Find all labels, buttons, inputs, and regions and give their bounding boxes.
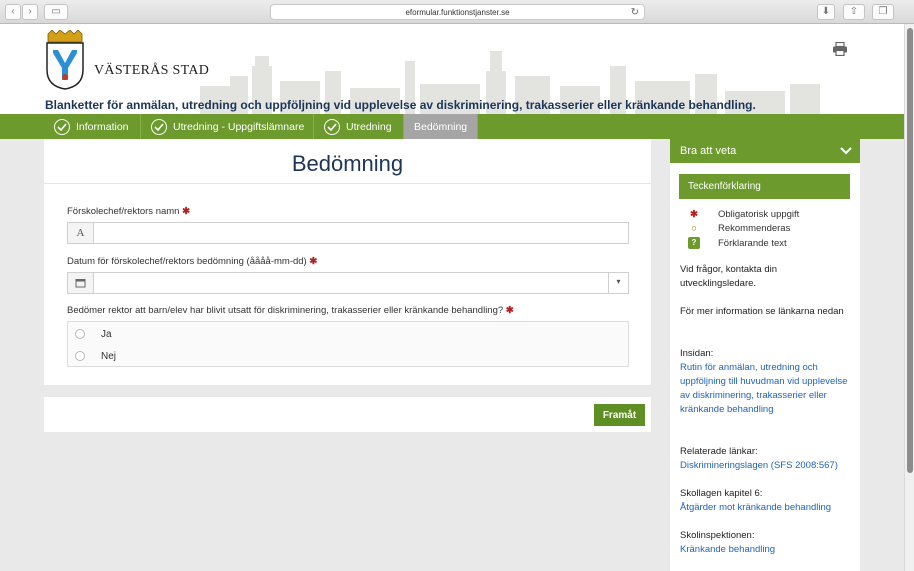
radio-label: Nej [101,350,117,362]
reload-icon[interactable]: ↻ [631,5,639,20]
site-header: VÄSTERÅS STAD Blanketter för anmälan, ut… [0,24,904,114]
form-panel: Bedömning Förskolechef/rektors namn ✱ A … [44,139,651,385]
back-button[interactable]: ‹ [5,4,21,20]
scrollbar-thumb[interactable] [907,28,913,473]
button-panel: Framåt [44,397,651,432]
related-links-section: Relaterade länkar: Diskrimineringslagen … [680,445,855,473]
insidan-section: Insidan: Rutin för anmälan, utredning oc… [680,347,855,417]
skolinspektionen-section: Skolinspektionen: Kränkande behandling [680,529,855,557]
rutin-link[interactable]: Rutin för anmälan, utredning och uppfölj… [680,361,855,417]
legend-header: Teckenförklaring [679,174,850,199]
check-circle-icon [54,118,70,135]
tab-label: Utredning - Uppgiftslämnare [173,120,305,133]
sidebar-toggle-button[interactable]: ▭ [44,4,68,20]
assessment-date-label: Datum för förskolechef/rektors bedömning… [67,256,318,267]
legend-item-required: ✱ Obligatorisk uppgift [688,209,799,220]
url-text: eformular.funktionstjanster.se [405,8,510,17]
check-circle-icon [324,118,340,135]
assessment-date-input[interactable] [95,274,605,292]
vasteras-crest-logo [46,30,84,90]
atgarder-link[interactable]: Åtgärder mot kränkande behandling [680,501,855,515]
principal-name-field: A [67,222,629,244]
form-title: Bedömning [291,151,404,176]
required-icon: ✱ [505,305,514,316]
legend-item-explanation: ? Förklarande text [688,237,787,249]
more-info-text: För mer information se länkarna nedan [680,306,844,317]
page-title: Blanketter för anmälan, utredning och up… [45,98,756,112]
help-icon: ? [688,237,700,249]
tab-bedomning[interactable]: Bedömning [404,114,478,139]
section-heading: Relaterade länkar: [680,446,758,457]
brand-name: VÄSTERÅS STAD [94,63,210,78]
tab-label: Information [76,120,129,133]
calendar-icon[interactable] [68,273,94,293]
next-button[interactable]: Framåt [594,404,645,426]
forward-button[interactable]: › [22,4,38,20]
radio-button[interactable] [75,351,85,361]
divider [44,183,651,184]
legend-item-recommended: ○ Rekommenderas [688,223,790,234]
assessment-question-label: Bedömer rektor att barn/elev har blivit … [67,305,514,316]
assessment-date-field: ▾ [67,272,629,294]
share-button[interactable]: ⇧ [843,4,865,20]
chevron-down-icon[interactable]: ▾ [608,273,628,293]
diskrimineringslagen-link[interactable]: Diskrimineringslagen (SFS 2008:567) [680,459,855,473]
page-scrollbar[interactable] [904,24,914,571]
required-icon: ✱ [309,256,318,267]
tab-utredning-uppgiftslamnare[interactable]: Utredning - Uppgiftslämnare [141,114,314,139]
tabs-button[interactable]: ❐ [872,4,894,20]
radio-option-ja[interactable]: Ja [68,323,628,345]
sidebar-header[interactable]: Bra att veta [670,139,860,163]
krankande-behandling-link[interactable]: Kränkande behandling [680,543,855,557]
principal-name-label: Förskolechef/rektors namn ✱ [67,206,191,217]
browser-toolbar: ‹ › ▭ eformular.funktionstjanster.se ↻ ⬇… [0,0,914,24]
tab-label: Bedömning [414,120,468,133]
info-sidebar: Bra att veta Teckenförklaring ✱ Obligato… [670,139,860,571]
tab-label: Utredning [346,120,392,133]
assessment-radio-group: Ja Nej [67,321,629,367]
radio-button[interactable] [75,329,85,339]
contact-text: Vid frågor, kontakta din utvecklingsleda… [680,264,777,289]
chevron-down-icon[interactable] [840,139,852,163]
required-icon: ✱ [690,209,698,220]
radio-option-nej[interactable]: Nej [68,345,628,367]
address-bar[interactable]: eformular.funktionstjanster.se ↻ [270,4,645,20]
recommended-icon: ○ [691,223,697,234]
section-heading: Skollagen kapitel 6: [680,488,763,499]
tab-utredning[interactable]: Utredning [314,114,404,139]
step-navigation: Information Utredning - Uppgiftslämnare … [0,114,904,139]
radio-label: Ja [101,328,112,340]
section-heading: Insidan: [680,348,714,359]
download-button[interactable]: ⬇ [817,4,835,20]
check-circle-icon [151,118,167,135]
tab-information[interactable]: Information [44,114,141,139]
principal-name-input[interactable] [95,224,605,242]
text-type-icon: A [68,223,94,243]
skollagen-section: Skollagen kapitel 6: Åtgärder mot kränka… [680,487,855,515]
required-icon: ✱ [182,206,191,217]
printer-icon[interactable] [832,42,848,56]
section-heading: Skolinspektionen: [680,530,755,541]
